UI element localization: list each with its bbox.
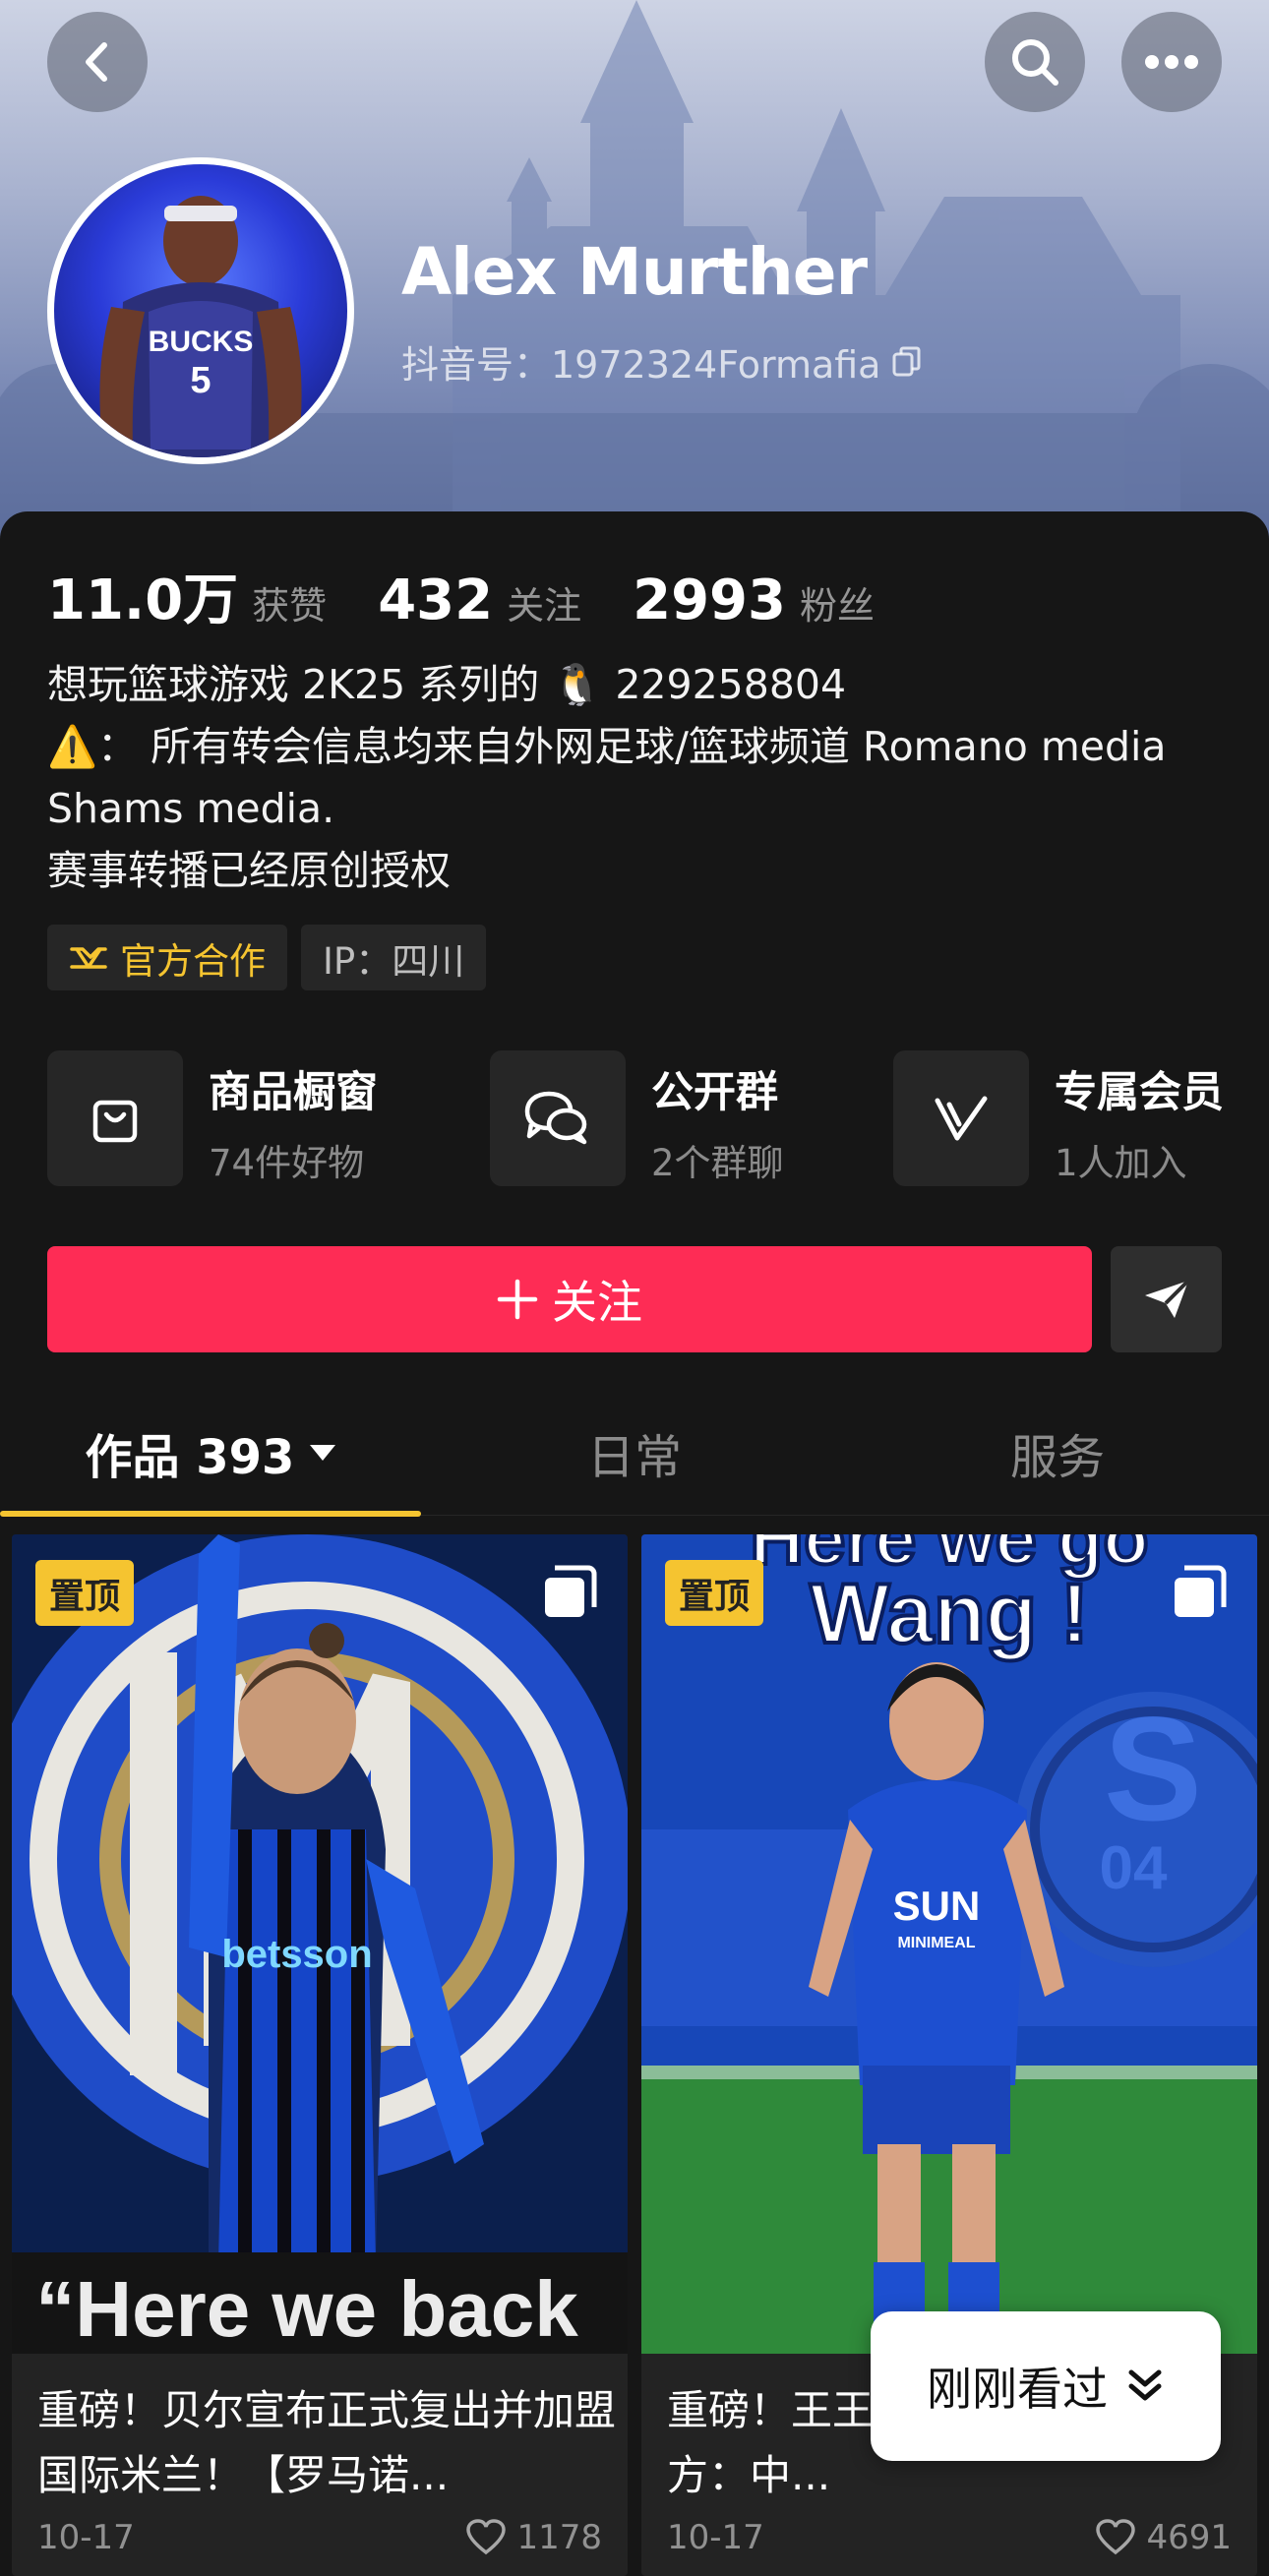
vip-check-icon: [935, 1096, 988, 1141]
follow-button[interactable]: 关注: [47, 1246, 1092, 1352]
copy-icon[interactable]: [890, 345, 924, 379]
feature-vip-icon-box: [893, 1050, 1029, 1186]
feature-public-group[interactable]: 公开群 2个群聊: [490, 1050, 784, 1186]
handshake-icon: [70, 946, 107, 969]
followers-count[interactable]: 2993: [633, 569, 786, 632]
video-meta: 10-17 4691: [667, 2518, 1232, 2557]
profile-banner: BUCKS 5 Alex Murther 抖音号：1972324Formafia: [0, 0, 1269, 551]
avatar-basketball-player-image: BUCKS 5: [99, 196, 302, 457]
video-date: 10-17: [37, 2518, 135, 2557]
plus-icon: [497, 1279, 538, 1320]
ip-location-tag: IP：四川: [301, 925, 487, 990]
search-icon: [1012, 39, 1058, 86]
video-meta: 10-17 1178: [37, 2518, 602, 2557]
following-count[interactable]: 432: [378, 569, 493, 632]
feature-vip-sub: 1人加入: [1055, 1142, 1187, 1184]
avatar-jersey-text: BUCKS: [149, 326, 254, 358]
recently-viewed-button[interactable]: 刚刚看过: [871, 2311, 1221, 2461]
video-thumbnail: betsson “Here we back 置顶: [12, 1534, 628, 2354]
jersey-sponsor-text: SUN: [893, 1883, 981, 1929]
video-card[interactable]: betsson “Here we back 置顶 重磅！贝尔宣布正式复出并加盟国…: [12, 1534, 628, 2576]
shopping-bag-icon: [92, 1100, 138, 1143]
tab-daily[interactable]: 日常: [423, 1390, 846, 1516]
thumbnail-caption: “Here we back: [35, 2265, 578, 2353]
bio: 想玩篮球游戏 2K25 系列的 🐧 229258804 ⚠️： 所有转会信息均来…: [47, 654, 1228, 902]
paper-plane-icon: [1144, 1279, 1189, 1318]
bio-line-2: ⚠️： 所有转会信息均来自外网足球/篮球频道 Romano media Sham…: [47, 723, 1167, 832]
more-button[interactable]: [1121, 12, 1222, 112]
douyin-id[interactable]: 抖音号：1972324Formafia: [401, 334, 924, 389]
avatar[interactable]: BUCKS 5: [47, 157, 354, 464]
feature-group-title: 公开群: [651, 1068, 778, 1117]
video-likes-count: 1178: [516, 2518, 602, 2557]
douyin-id-text: 抖音号：1972324Formafia: [401, 343, 881, 387]
tab-works[interactable]: 作品 393: [0, 1390, 423, 1516]
multi-image-icon: [1175, 1565, 1227, 1617]
bio-line-1: 想玩篮球游戏 2K25 系列的 🐧 229258804: [47, 661, 847, 708]
crest-text: 04: [1100, 1834, 1168, 1902]
heart-icon: [466, 2519, 507, 2555]
followers-label[interactable]: 粉丝: [800, 575, 875, 629]
feature-vip-title: 专属会员: [1055, 1068, 1224, 1117]
chevron-left-icon: [86, 42, 107, 82]
jersey-sponsor-subtext: MINIMEAL: [897, 1935, 975, 1951]
profile-panel: 11.0万 获赞 432 关注 2993 粉丝 想玩篮球游戏 2K25 系列的 …: [0, 511, 1269, 2576]
feature-shop-window[interactable]: 商品橱窗 74件好物: [47, 1050, 378, 1186]
search-button[interactable]: [985, 12, 1085, 112]
pinned-badge: 置顶: [665, 1560, 764, 1626]
feature-shop-title: 商品橱窗: [209, 1068, 378, 1117]
pinned-badge: 置顶: [35, 1560, 135, 1626]
tab-services[interactable]: 服务: [846, 1390, 1269, 1516]
official-partner-tag[interactable]: 官方合作: [47, 925, 287, 990]
inter-milan-player-image: betsson “Here we back: [12, 1534, 628, 2354]
likes-count: 11.0万: [47, 569, 239, 632]
heart-icon: [1096, 2519, 1136, 2555]
follow-label: 关注: [552, 1276, 642, 1329]
thumbnail-headline-2: Wang !: [810, 1567, 1088, 1661]
schalke-player-image: S 04 Here we go Wang ! SUN MINIMEAL: [641, 1534, 1257, 2354]
more-horizontal-icon: [1145, 55, 1198, 69]
feature-group-sub: 2个群聊: [651, 1142, 784, 1184]
active-tab-indicator: [0, 1511, 421, 1517]
stats-row: 11.0万 获赞 432 关注 2993 粉丝: [47, 556, 926, 635]
svg-text:S: S: [1104, 1686, 1202, 1851]
video-likes-count: 4691: [1146, 2518, 1232, 2557]
double-chevron-down-icon: [1128, 2369, 1162, 2401]
tags-row: 官方合作 IP：四川: [47, 925, 487, 990]
feature-group-icon-box: [490, 1050, 626, 1186]
caret-down-icon: [310, 1445, 336, 1461]
avatar-jersey-number: 5: [190, 360, 211, 401]
feature-shop-sub: 74件好物: [209, 1142, 365, 1184]
video-thumbnail: S 04 Here we go Wang ! SUN MINIMEAL 置顶: [641, 1534, 1257, 2354]
feature-row: 商品橱窗 74件好物 公开群 2个群聊 专属会员 1人加入: [47, 1050, 1269, 1186]
tab-works-label: 作品 393: [85, 1430, 295, 1485]
video-date: 10-17: [667, 2518, 764, 2557]
share-button[interactable]: [1111, 1246, 1222, 1352]
chat-group-icon: [524, 1091, 587, 1145]
video-likes: 1178: [465, 2518, 602, 2557]
likes-label: 获赞: [252, 584, 328, 628]
feature-vip-member[interactable]: 专属会员 1人加入: [893, 1050, 1224, 1186]
bio-line-3: 赛事转播已经原创授权: [47, 847, 451, 894]
content-tabs: 作品 393 日常 服务: [0, 1390, 1269, 1516]
video-likes: 4691: [1095, 2518, 1232, 2557]
video-title: 重磅！贝尔宣布正式复出并加盟国际米兰！【罗马诺...: [37, 2386, 617, 2499]
following-label[interactable]: 关注: [507, 575, 581, 629]
multi-image-icon: [545, 1565, 597, 1617]
back-button[interactable]: [47, 12, 148, 112]
profile-name: Alex Murther: [401, 234, 868, 310]
recently-viewed-label: 刚刚看过: [927, 2363, 1108, 2416]
official-partner-label: 官方合作: [120, 939, 266, 983]
feature-shop-icon-box: [47, 1050, 183, 1186]
jersey-sponsor-text: betsson: [221, 1933, 372, 1976]
